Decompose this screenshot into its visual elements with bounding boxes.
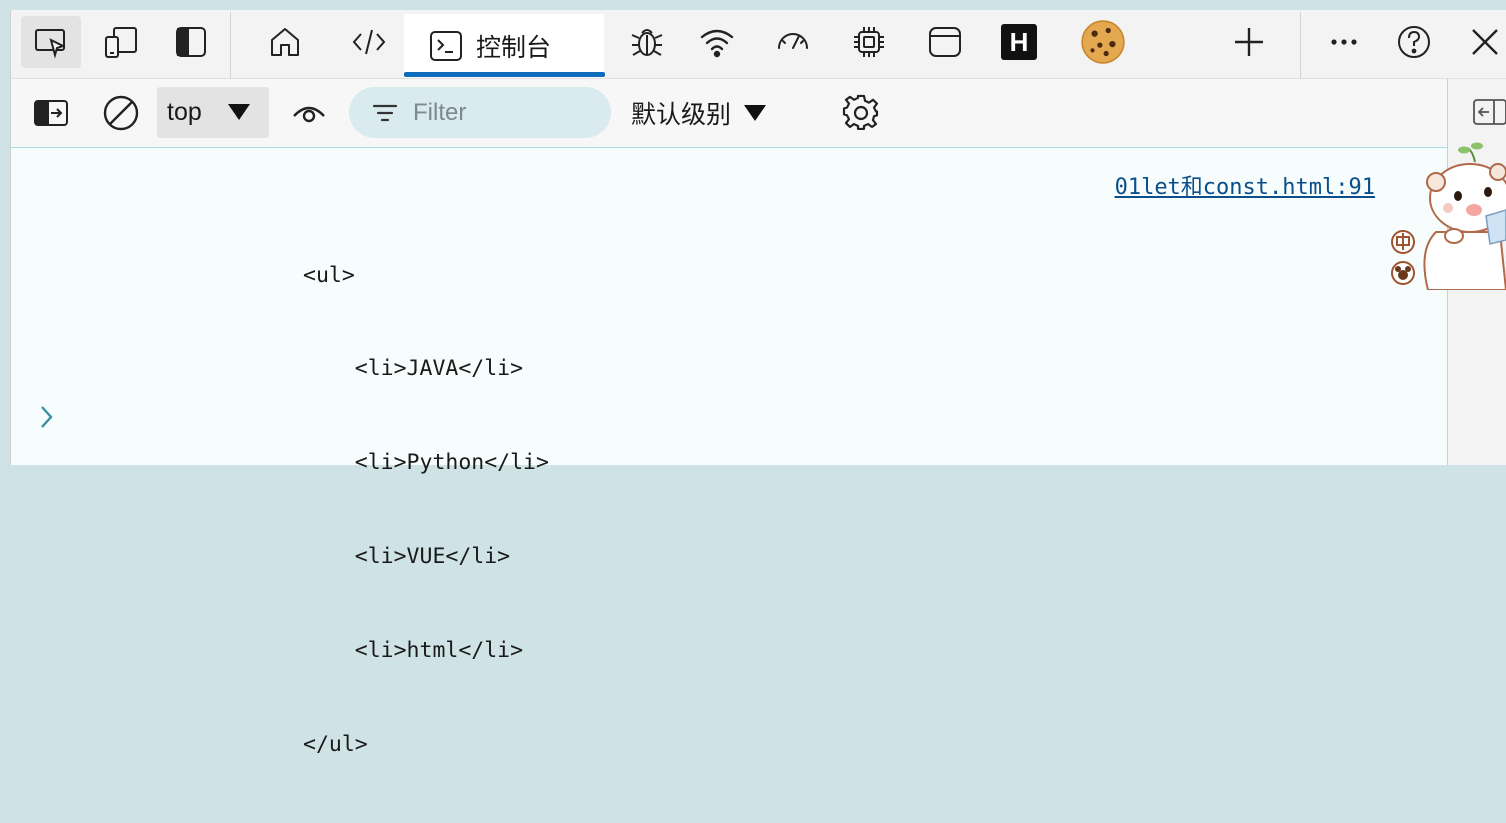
devtools-tab-toolbar: 控制台 H xyxy=(11,10,1506,79)
gauge-icon xyxy=(778,33,808,49)
chevron-down-icon xyxy=(228,104,250,120)
toggle-sidebar-button[interactable] xyxy=(161,16,221,68)
close-icon xyxy=(1472,29,1498,55)
inspect-icon xyxy=(35,29,66,59)
tab-application[interactable] xyxy=(915,16,975,68)
gear-icon xyxy=(842,94,879,130)
tab-hackbar[interactable]: H xyxy=(989,16,1049,68)
application-window-icon xyxy=(929,27,961,57)
context-select-value: top xyxy=(167,98,202,126)
tab-welcome[interactable] xyxy=(255,16,315,68)
tab-performance[interactable] xyxy=(763,16,823,68)
live-expression-button[interactable] xyxy=(287,91,331,135)
tab-elements[interactable] xyxy=(339,16,399,68)
toolbar-divider xyxy=(230,12,231,78)
active-tab-indicator xyxy=(404,72,605,77)
device-emulation-icon xyxy=(105,27,137,58)
console-settings-button[interactable] xyxy=(839,91,883,135)
devtools-window: 控制台 H top Filter 默认级别 01let和const.html:9… xyxy=(10,10,1506,757)
help-icon xyxy=(1398,26,1430,58)
console-icon xyxy=(430,31,462,61)
help-button[interactable] xyxy=(1384,16,1444,68)
console-output: 01let和const.html:91 <ul> <li>JAVA</li> <… xyxy=(11,148,1447,757)
toolbar-divider-right xyxy=(1300,12,1301,78)
log-line: <ul> xyxy=(303,262,355,288)
log-line: <li>html</li> xyxy=(303,638,524,664)
console-toolbar: top 默认级别 xyxy=(11,79,1447,148)
tab-console[interactable]: 控制台 xyxy=(404,14,604,78)
memory-chip-icon xyxy=(854,27,884,57)
log-level-value: 默认级别 xyxy=(631,101,732,129)
code-icon xyxy=(352,29,386,55)
tab-cookie-editor[interactable] xyxy=(1073,16,1133,68)
eye-icon xyxy=(293,106,325,123)
clear-console-icon xyxy=(103,95,139,131)
wifi-icon xyxy=(700,29,734,58)
cookie-icon xyxy=(1081,20,1125,64)
close-devtools-button[interactable] xyxy=(1455,16,1506,68)
more-horizontal-icon xyxy=(1331,39,1357,45)
log-level-select[interactable]: 默认级别 xyxy=(631,91,767,135)
device-emulation-button[interactable] xyxy=(91,16,151,68)
decorative-bear-sticker-icon xyxy=(1391,142,1506,290)
bug-icon xyxy=(631,29,663,56)
tab-memory[interactable] xyxy=(839,16,899,68)
tab-sources[interactable] xyxy=(617,16,677,68)
customize-devtools-button[interactable] xyxy=(1314,16,1374,68)
plus-icon xyxy=(1235,28,1263,56)
source-location-link[interactable]: 01let和const.html:91 xyxy=(1115,169,1375,201)
javascript-context-select[interactable]: top xyxy=(157,87,269,138)
sidebar-icon xyxy=(176,27,206,57)
tab-console-label: 控制台 xyxy=(476,34,552,62)
console-sidebar-icon xyxy=(34,100,68,126)
filter-icon xyxy=(372,104,398,121)
filter-input[interactable] xyxy=(411,97,605,128)
collapse-panel-icon[interactable] xyxy=(1470,97,1506,127)
chevron-down-icon xyxy=(744,105,767,121)
filter-field[interactable] xyxy=(349,87,611,138)
hackbar-icon: H xyxy=(1001,24,1037,60)
show-console-sidebar-button[interactable] xyxy=(29,91,73,135)
home-icon xyxy=(271,28,299,56)
console-prompt-chevron-icon[interactable] xyxy=(37,404,57,430)
log-line: <li>Python</li> xyxy=(303,450,549,476)
tab-network[interactable] xyxy=(687,16,747,68)
log-line: <li>VUE</li> xyxy=(303,544,511,570)
log-line: <li>JAVA</li> xyxy=(303,356,524,382)
clear-console-button[interactable] xyxy=(99,91,143,135)
log-line: </ul> xyxy=(303,732,368,758)
inspect-element-button[interactable] xyxy=(21,16,81,68)
log-message: <ul> <li>JAVA</li> <li>Python</li> <li>V… xyxy=(303,197,549,823)
more-tools-button[interactable] xyxy=(1219,16,1279,68)
